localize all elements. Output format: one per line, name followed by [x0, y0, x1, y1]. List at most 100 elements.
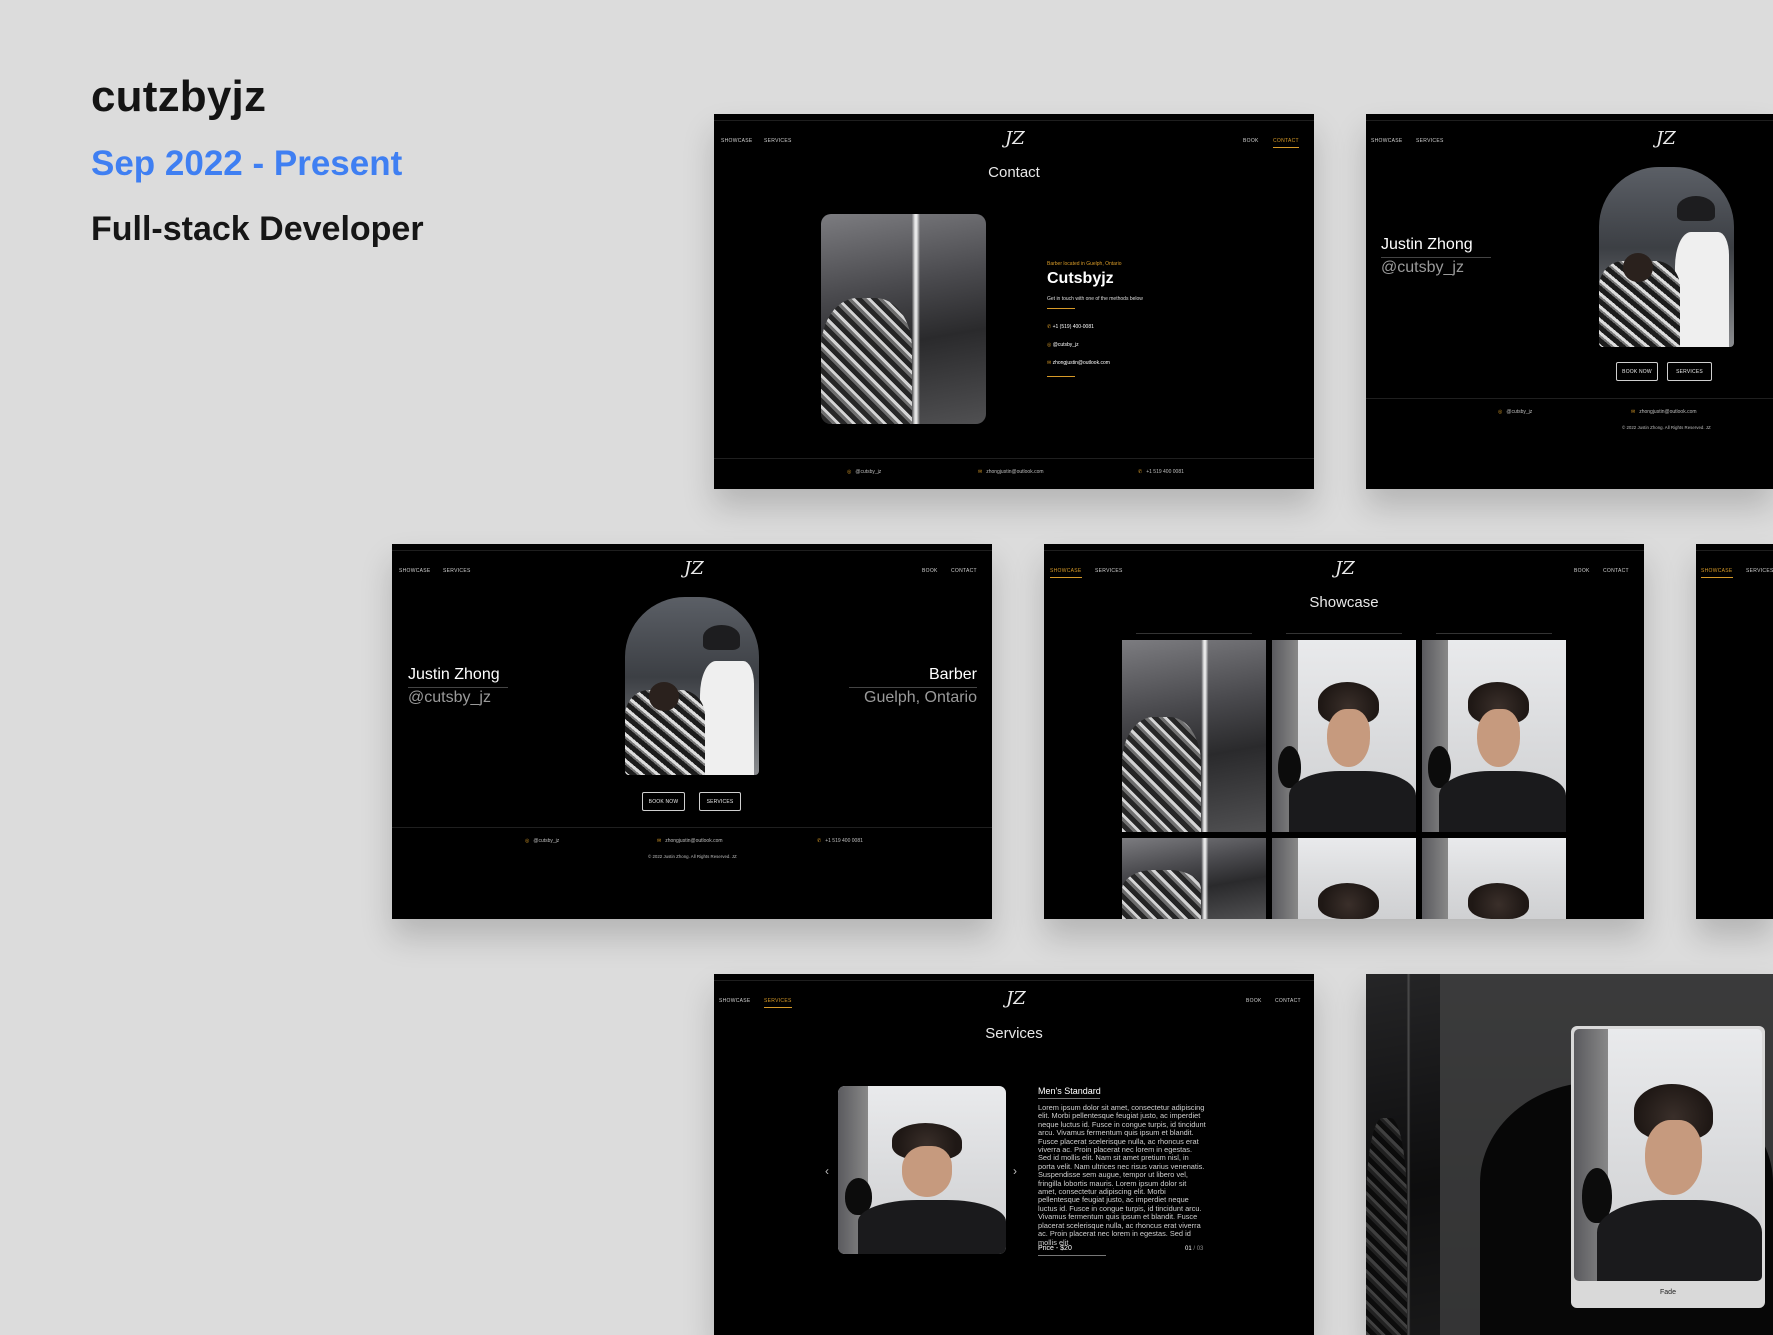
- top-bar: [1366, 114, 1773, 121]
- photo-detail: [1326, 709, 1370, 767]
- nav-showcase[interactable]: SHOWCASE: [1701, 568, 1733, 578]
- divider: [1038, 1255, 1106, 1256]
- photo-detail: [1677, 195, 1716, 221]
- slide-counter: 01 / 03: [1185, 1246, 1203, 1252]
- contact-page-screenshot: SHOWCASE SERVICES BOOK CONTACT JZ Contac…: [714, 114, 1314, 489]
- nav-showcase[interactable]: SHOWCASE: [399, 568, 431, 574]
- barber-photo: [1599, 167, 1734, 347]
- footer-instagram-text: @cutsby_jz: [855, 469, 882, 475]
- project-role: Full-stack Developer: [91, 210, 424, 248]
- nav-contact[interactable]: CONTACT: [1275, 998, 1301, 1004]
- footer-instagram-text: @cutsby_jz: [1506, 409, 1533, 415]
- top-bar: [714, 114, 1314, 121]
- site-logo[interactable]: JZ: [1006, 988, 1026, 1009]
- nav-contact[interactable]: CONTACT: [1603, 568, 1629, 574]
- photo-detail: [1289, 770, 1416, 832]
- nav-book[interactable]: BOOK: [1246, 998, 1262, 1004]
- lightbox-photo: [1574, 1029, 1762, 1281]
- nav-services[interactable]: SERVICES: [764, 998, 792, 1008]
- site-nav: SHOWCASE SERVICES: [1366, 134, 1773, 150]
- instagram-icon: ◎: [847, 469, 852, 475]
- photo-detail: [858, 1200, 1006, 1254]
- service-price: Price - $20: [1038, 1245, 1072, 1252]
- divider: [1047, 308, 1075, 309]
- services-page-screenshot: SHOWCASE SERVICES BOOK CONTACT JZ Servic…: [714, 974, 1314, 1335]
- lightbox-screenshot-cropped: Fade: [1366, 974, 1773, 1335]
- prev-arrow-icon[interactable]: ‹: [825, 1164, 829, 1178]
- photo-detail: [1422, 838, 1448, 919]
- site-logo[interactable]: JZ: [1005, 128, 1025, 149]
- contact-brand: Cutsbyjz: [1047, 270, 1114, 287]
- services-button[interactable]: SERVICES: [1667, 362, 1712, 381]
- footer-phone[interactable]: ✆ +1 519 400 0081: [1138, 469, 1184, 475]
- footer-phone-text: +1 519 400 0081: [1146, 469, 1184, 475]
- footer-email[interactable]: ✉ zhongjustin@outlook.com: [657, 838, 723, 844]
- nav-services[interactable]: SERVICES: [1746, 568, 1773, 574]
- site-logo[interactable]: JZ: [684, 558, 704, 579]
- contact-intro: Get in touch with one of the methods bel…: [1047, 296, 1143, 302]
- footer-instagram[interactable]: ◎ @cutsby_jz: [1498, 409, 1532, 415]
- footer-instagram[interactable]: ◎ @cutsby_jz: [525, 838, 559, 844]
- services-button[interactable]: SERVICES: [699, 792, 741, 811]
- photo-detail: [901, 1146, 953, 1197]
- footer-phone[interactable]: ✆ +1 519 400 0081: [817, 838, 863, 844]
- service-name: Men's Standard: [1038, 1086, 1101, 1096]
- phone-icon: ✆: [1138, 469, 1143, 475]
- contact-instagram[interactable]: ◎ @cutsby_jz: [1047, 342, 1079, 348]
- footer-instagram[interactable]: ◎ @cutsby_jz: [847, 469, 881, 475]
- footer-email[interactable]: ✉ zhongjustin@outlook.com: [1631, 409, 1697, 415]
- service-description: Lorem ipsum dolor sit amet, consectetur …: [1038, 1104, 1206, 1247]
- photo-detail: [1272, 838, 1298, 919]
- gallery-photo[interactable]: [1422, 640, 1566, 832]
- photo-detail: [700, 661, 754, 775]
- nav-book[interactable]: BOOK: [1574, 568, 1590, 574]
- role-underline: [849, 687, 977, 688]
- nav-contact[interactable]: CONTACT: [1273, 138, 1299, 148]
- contact-email-text: zhongjustin@outlook.com: [1052, 360, 1110, 366]
- next-arrow-icon[interactable]: ›: [1013, 1164, 1017, 1178]
- book-now-button[interactable]: BOOK NOW: [642, 792, 685, 811]
- nav-showcase[interactable]: SHOWCASE: [1371, 138, 1403, 144]
- nav-contact[interactable]: CONTACT: [951, 568, 977, 574]
- photo-detail: [1171, 698, 1243, 756]
- contact-email[interactable]: ✉ zhongjustin@outlook.com: [1047, 360, 1110, 366]
- mail-icon: ✉: [657, 838, 662, 844]
- nav-book[interactable]: BOOK: [922, 568, 938, 574]
- book-now-button[interactable]: BOOK NOW: [1616, 362, 1658, 381]
- photo-detail: [1468, 882, 1529, 919]
- nav-services[interactable]: SERVICES: [1416, 138, 1444, 144]
- nav-services[interactable]: SERVICES: [764, 138, 792, 144]
- contact-instagram-text: @cutsby_jz: [1052, 342, 1079, 348]
- gallery-photo[interactable]: [1422, 838, 1566, 919]
- nav-services[interactable]: SERVICES: [1095, 568, 1123, 574]
- page-title: Contact: [988, 164, 1040, 181]
- nav-showcase[interactable]: SHOWCASE: [721, 138, 753, 144]
- gallery-photo[interactable]: [1272, 838, 1416, 919]
- nav-services[interactable]: SERVICES: [443, 568, 471, 574]
- footer-instagram-text: @cutsby_jz: [533, 838, 560, 844]
- footer-email[interactable]: ✉ zhongjustin@outlook.com: [978, 469, 1044, 475]
- gallery-photo[interactable]: [1122, 838, 1266, 919]
- showcase-page-screenshot: SHOWCASE SERVICES BOOK CONTACT JZ Showca…: [1044, 544, 1644, 919]
- home-name: Justin Zhong: [408, 666, 500, 683]
- site-logo[interactable]: JZ: [1656, 128, 1676, 149]
- gallery-photo[interactable]: [1122, 640, 1266, 832]
- top-bar: [714, 974, 1314, 981]
- mail-icon: ✉: [1631, 409, 1636, 415]
- site-logo[interactable]: JZ: [1335, 558, 1355, 579]
- footer-copyright: © 2022 Justin Zhong. All Rights Reserved…: [1622, 425, 1711, 430]
- top-bar: [1044, 544, 1644, 551]
- name-underline: [408, 687, 508, 688]
- nav-showcase[interactable]: SHOWCASE: [1050, 568, 1082, 578]
- nav-showcase[interactable]: SHOWCASE: [719, 998, 751, 1004]
- counter-current: 01: [1185, 1246, 1192, 1252]
- footer-email-text: zhongjustin@outlook.com: [986, 469, 1044, 475]
- service-photo: [838, 1086, 1006, 1254]
- project-title: cutzbyjz: [91, 72, 267, 121]
- nav-book[interactable]: BOOK: [1243, 138, 1259, 144]
- gallery-photo[interactable]: [1272, 640, 1416, 832]
- lightbox-caption: Fade: [1660, 1289, 1676, 1296]
- home-handle: @cutsby_jz: [408, 689, 491, 706]
- contact-phone[interactable]: ✆ +1 (519) 400-0081: [1047, 324, 1094, 330]
- page-title: Services: [985, 1025, 1043, 1042]
